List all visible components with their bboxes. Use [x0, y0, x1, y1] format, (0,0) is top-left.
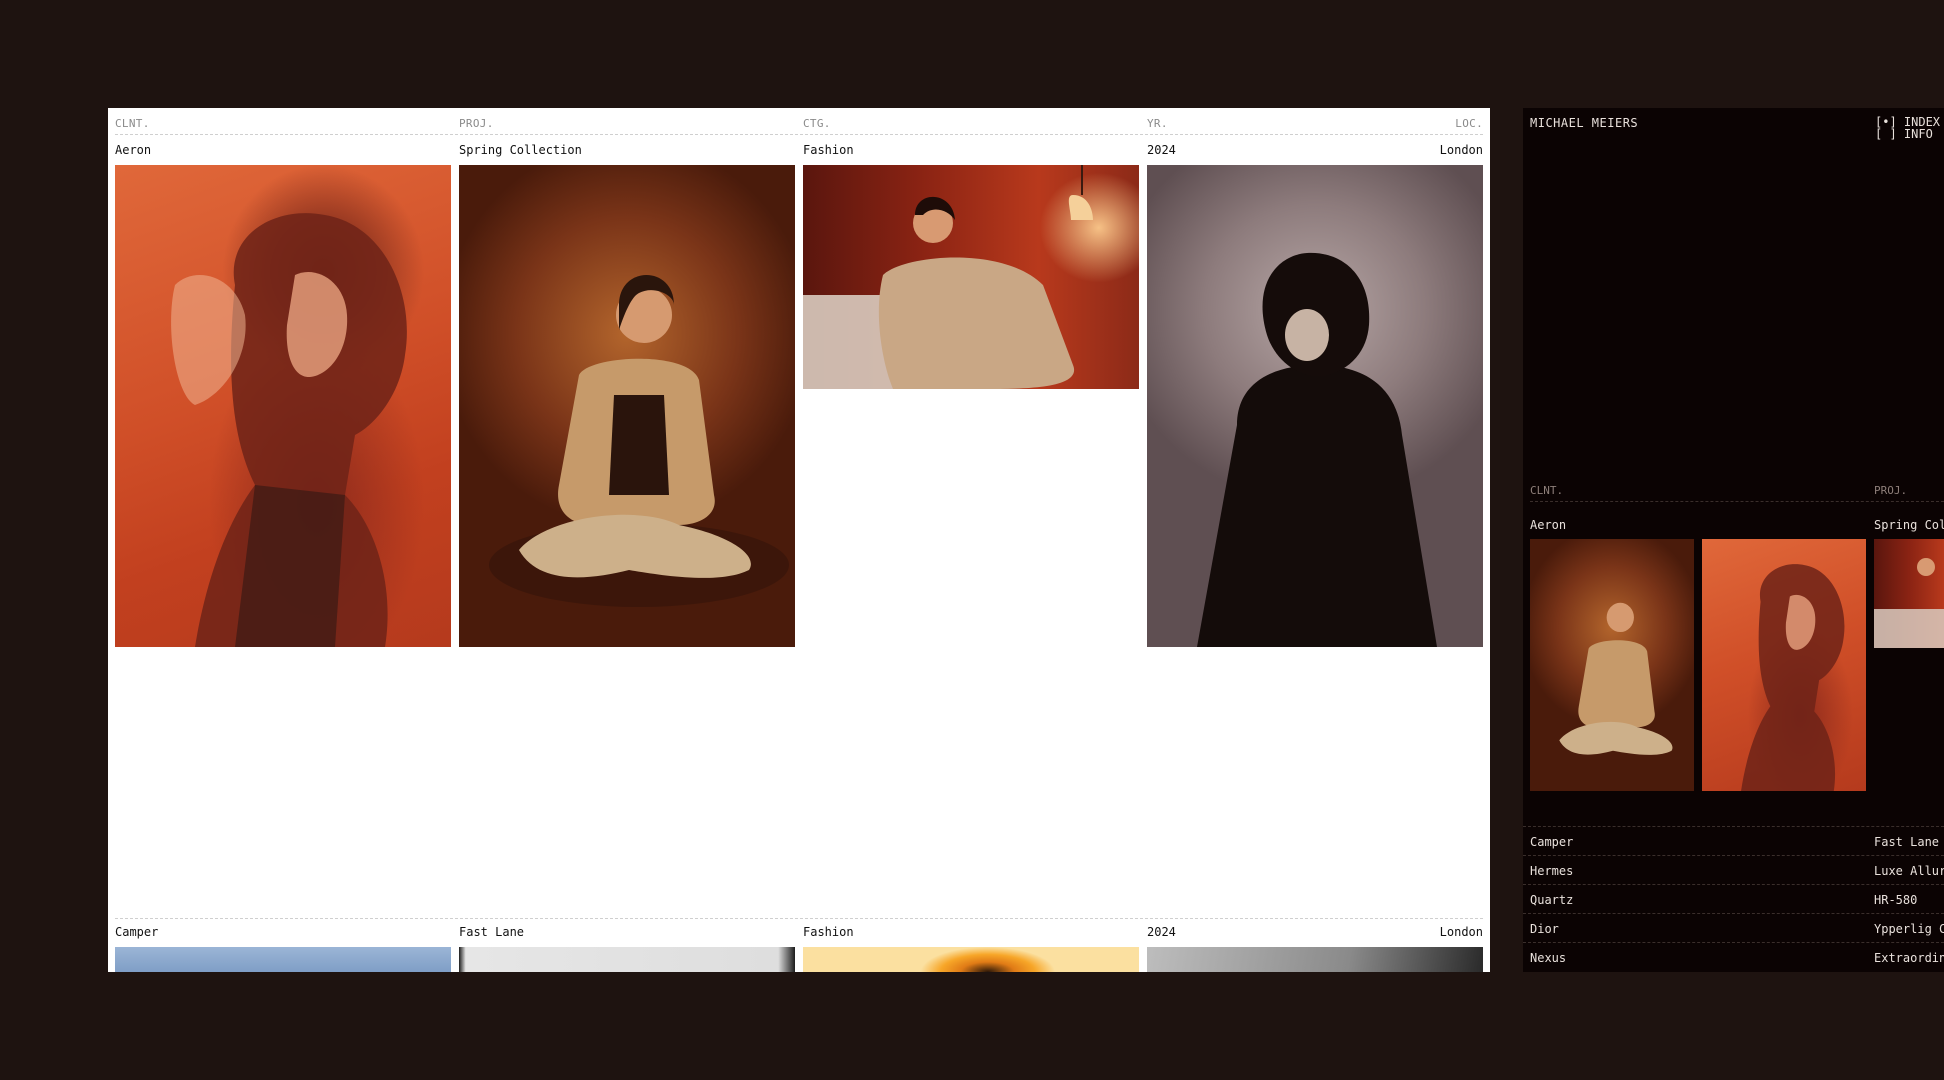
project-image[interactable]	[1147, 947, 1483, 972]
site-name[interactable]: MICHAEL MEIERS	[1530, 116, 1638, 130]
list-item[interactable]: Dior Ypperlig C	[1523, 913, 1944, 942]
list-item[interactable]: Nexus Extraordin	[1523, 942, 1944, 971]
project-category: Fashion	[803, 925, 854, 939]
project-image[interactable]	[459, 165, 795, 647]
list-item[interactable]: Quartz HR-580	[1523, 884, 1944, 913]
sidebar-column-header: CLNT. PROJ.	[1530, 482, 1944, 502]
project-location: London	[1439, 925, 1483, 939]
project-title: Fast Lane	[459, 925, 525, 939]
sidebar-panel: MICHAEL MEIERS [•] INDEX [ ] INFO CLNT. …	[1523, 108, 1944, 972]
project-list: Camper Fast Lane Hermes Luxe Allur Quart…	[1523, 826, 1944, 971]
view-menu: [•] INDEX [ ] INFO	[1875, 116, 1940, 140]
project-client: Camper	[1530, 835, 1574, 849]
project-row-aeron[interactable]: Aeron Spring Collection Fashion 2024 Lon…	[115, 143, 1483, 163]
project-client: Camper	[115, 925, 159, 939]
column-location: LOC.	[1455, 117, 1483, 130]
project-title: Spring Collection	[459, 143, 582, 157]
project-title: Fast Lane	[1874, 835, 1940, 849]
project-client: Aeron	[1530, 518, 1567, 532]
project-image[interactable]	[803, 947, 1139, 972]
column-project: PROJ.	[1874, 484, 1908, 497]
project-client: Hermes	[1530, 864, 1574, 878]
project-title: Ypperlig C	[1874, 922, 1944, 936]
column-year: YR.	[1147, 117, 1168, 130]
project-location: London	[1439, 143, 1483, 157]
project-title: Extraordin	[1874, 951, 1944, 965]
project-year: 2024	[1147, 925, 1176, 939]
column-category: CTG.	[803, 117, 831, 130]
project-title: Luxe Allur	[1874, 864, 1944, 878]
project-year: 2024	[1147, 143, 1176, 157]
project-client: Nexus	[1530, 951, 1567, 965]
thumbnail-image[interactable]	[1702, 539, 1866, 791]
thumbnail-image[interactable]	[1530, 539, 1694, 791]
column-project: PROJ.	[459, 117, 494, 130]
project-image[interactable]	[1147, 165, 1483, 647]
project-image[interactable]	[115, 165, 451, 647]
menu-item-info[interactable]: [ ] INFO	[1875, 128, 1940, 140]
project-client: Aeron	[115, 143, 152, 157]
project-row-camper[interactable]: Camper Fast Lane Fashion 2024 London	[115, 918, 1483, 945]
list-item[interactable]: Camper Fast Lane	[1523, 826, 1944, 855]
list-item[interactable]: Hermes Luxe Allur	[1523, 855, 1944, 884]
project-client: Quartz	[1530, 893, 1574, 907]
project-image[interactable]	[803, 165, 1139, 389]
row-divider	[115, 918, 1483, 919]
thumbnail-image[interactable]	[1874, 539, 1944, 648]
project-image[interactable]	[459, 947, 795, 972]
column-client: CLNT.	[115, 117, 150, 130]
project-index-panel: CLNT. PROJ. CTG. YR. LOC. Aeron Spring C…	[108, 108, 1490, 972]
project-title: HR-580	[1874, 893, 1918, 907]
project-category: Fashion	[803, 143, 854, 157]
project-title: Spring Col	[1874, 518, 1944, 532]
column-header: CLNT. PROJ. CTG. YR. LOC.	[115, 115, 1483, 135]
project-client: Dior	[1530, 922, 1559, 936]
column-client: CLNT.	[1530, 484, 1564, 497]
project-image[interactable]	[115, 947, 451, 972]
